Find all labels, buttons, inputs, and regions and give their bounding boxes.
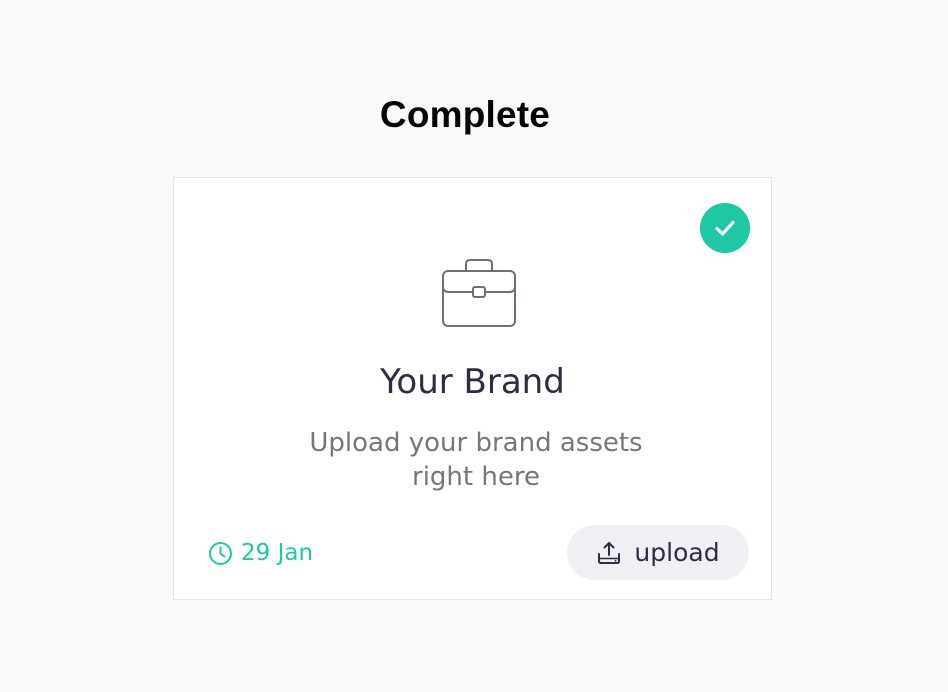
section-title: Complete — [379, 94, 551, 135]
complete-check-badge — [700, 203, 750, 253]
due-date-text: 29 Jan — [241, 540, 314, 566]
clock-icon — [209, 541, 232, 565]
upload-icon — [598, 541, 621, 564]
upload-button[interactable]: upload — [567, 525, 749, 580]
card-title: Your Brand — [380, 362, 565, 402]
checkmark-icon — [715, 220, 735, 236]
upload-button-label: upload — [634, 538, 720, 567]
task-card[interactable]: Your Brand Upload your brand assets righ… — [173, 177, 772, 600]
due-date: 29 Jan — [208, 538, 313, 568]
briefcase-icon — [442, 259, 516, 327]
card-description: Upload your brand assets right here — [309, 428, 643, 492]
